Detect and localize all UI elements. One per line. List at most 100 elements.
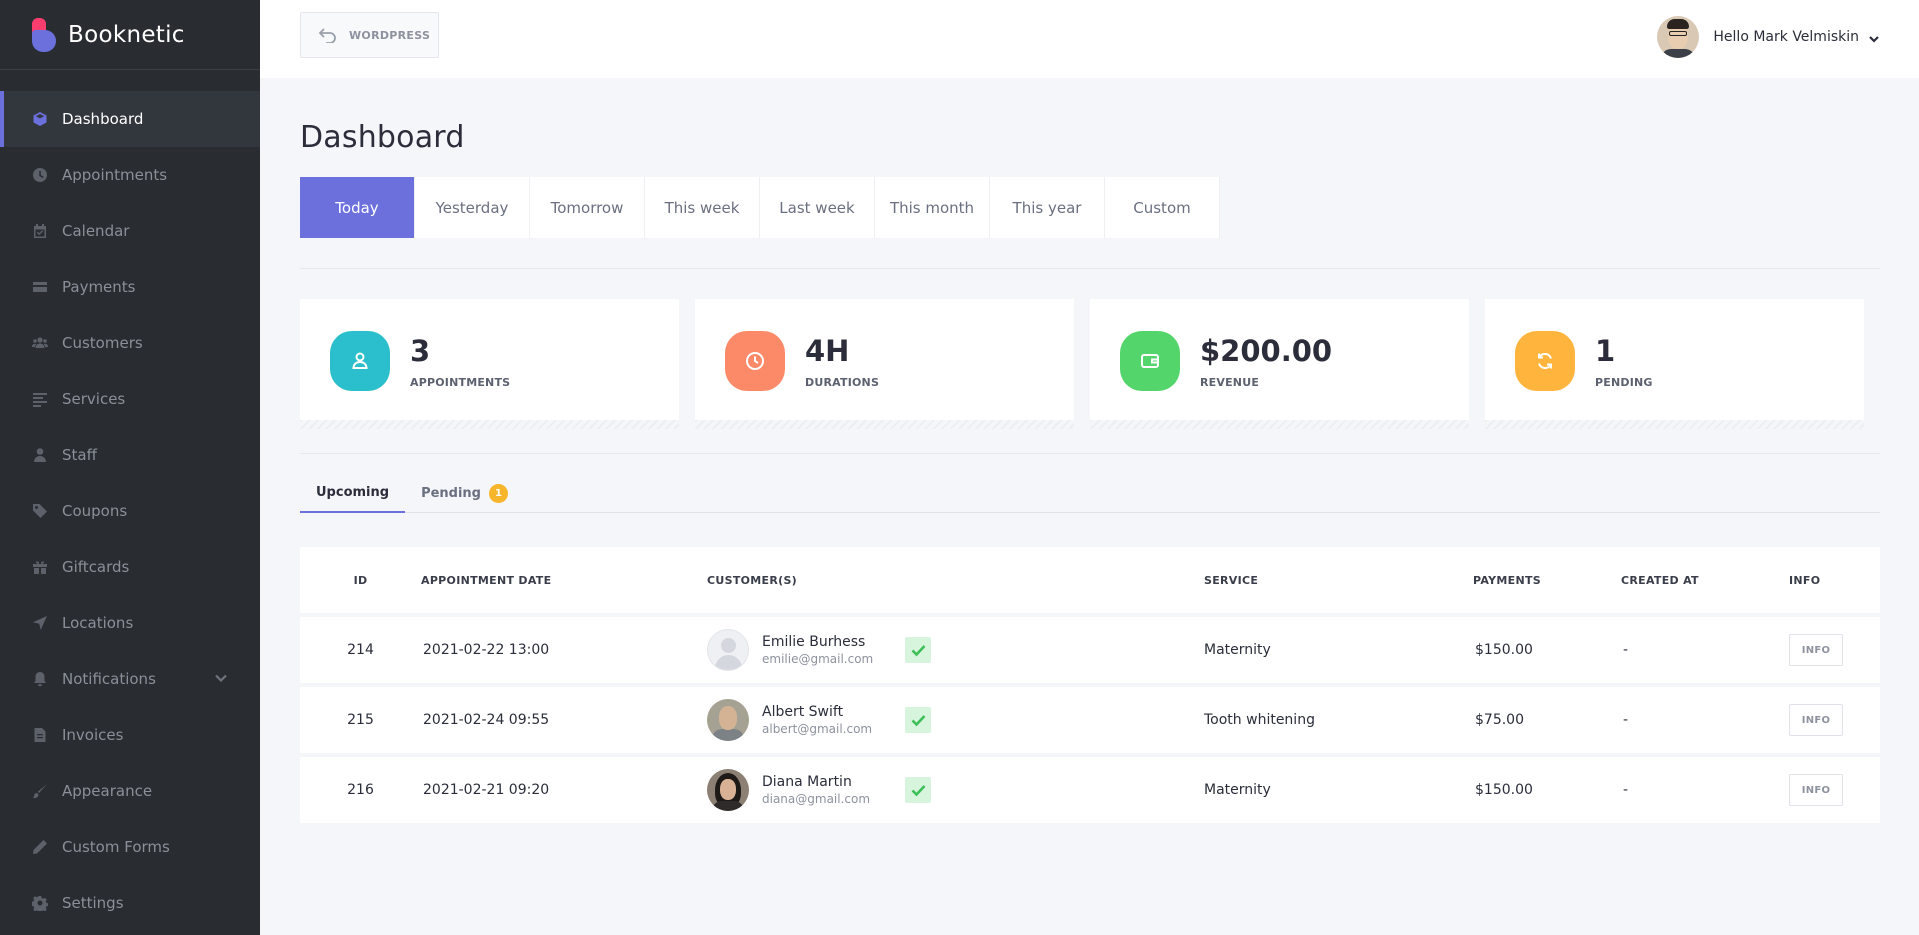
customer-name: Emilie Burhess [762,634,866,650]
gift-icon [32,559,48,575]
cell-customer: Albert Swift albert@gmail.com [707,699,1204,741]
stat-card-appointments: 3 APPOINTMENTS [300,299,679,429]
sidebar-item-label: Custom Forms [62,838,170,856]
credit-card-icon [32,279,48,295]
stats-cards: 3 APPOINTMENTS 4H DURATIONS $200.00 REVE… [300,299,1880,429]
sidebar-item-label: Coupons [62,502,128,520]
avatar [707,769,749,811]
column-header-info: INFO [1789,573,1821,587]
users-icon [32,335,48,351]
sidebar-item-label: Locations [62,614,134,632]
cell-customer: Diana Martin diana@gmail.com [707,769,1204,811]
back-arrow-icon [318,28,336,43]
sidebar-item-label: Invoices [62,726,124,744]
user-menu[interactable]: Hello Mark Velmiskin [1657,16,1879,58]
app-name: Booknetic [68,21,185,48]
sidebar-item-invoices[interactable]: Invoices [0,707,260,763]
customer-name: Albert Swift [762,704,844,720]
stat-label: REVENUE [1200,375,1260,389]
column-header-customers: CUSTOMER(S) [707,573,797,587]
tab-custom[interactable]: Custom [1105,177,1220,238]
chevron-down-icon[interactable] [214,671,228,685]
page-title: Dashboard [300,120,465,155]
tab-this-year[interactable]: This year [990,177,1105,238]
clock-icon [32,167,48,183]
pending-count-badge: 1 [488,484,508,503]
file-icon [32,727,48,743]
info-button[interactable]: INFO [1789,774,1843,806]
user-icon [32,447,48,463]
user-greeting: Hello Mark Velmiskin [1713,29,1859,45]
cell-payment: $150.00 [1475,642,1533,658]
customer-email: emilie@gmail.com [762,652,874,666]
sidebar-item-calendar[interactable]: Calendar [0,203,260,259]
column-header-date: APPOINTMENT DATE [421,573,552,587]
gear-icon [32,895,48,911]
sidebar-item-dashboard[interactable]: Dashboard [0,91,260,147]
tab-today[interactable]: Today [300,177,415,238]
info-button[interactable]: INFO [1789,634,1843,666]
cell-created-at: - [1623,782,1629,798]
sidebar-item-label: Services [62,390,126,408]
wallet-icon [1120,331,1180,391]
tab-upcoming[interactable]: Upcoming [300,474,406,513]
cell-created-at: - [1623,642,1629,658]
sidebar-item-payments[interactable]: Payments [0,259,260,315]
sidebar-item-notifications[interactable]: Notifications [0,651,260,707]
customer-email: diana@gmail.com [762,792,871,806]
list-icon [32,391,48,407]
sidebar-item-label: Customers [62,334,143,352]
sidebar-item-coupons[interactable]: Coupons [0,483,260,539]
table-row[interactable]: 215 2021-02-24 09:55 Albert Swift albert… [300,687,1880,753]
period-filter-tabs: Today Yesterday Tomorrow This week Last … [300,177,1880,238]
tab-last-week[interactable]: Last week [760,177,875,238]
sidebar-menu: Dashboard Appointments Calendar Payments… [0,91,260,931]
sidebar-item-customers[interactable]: Customers [0,315,260,371]
tab-pending[interactable]: Pending 1 [405,474,524,513]
column-header-service: SERVICE [1204,573,1259,587]
table-row[interactable]: 214 2021-02-22 13:00 Emilie Burhess emil… [300,617,1880,683]
tab-tomorrow[interactable]: Tomorrow [530,177,645,238]
info-button[interactable]: INFO [1789,704,1843,736]
calendar-icon [32,223,48,239]
column-header-payments: PAYMENTS [1473,573,1541,587]
clock-icon [725,331,785,391]
sidebar-item-staff[interactable]: Staff [0,427,260,483]
table-row[interactable]: 216 2021-02-21 09:20 Diana Martin diana@… [300,757,1880,823]
cell-date: 2021-02-24 09:55 [423,712,550,728]
tab-yesterday[interactable]: Yesterday [415,177,530,238]
check-icon [905,707,931,733]
customer-name: Diana Martin [762,774,852,790]
wordpress-label: WORDPRESS [349,28,431,42]
divider [300,453,1880,454]
cell-payment: $150.00 [1475,782,1533,798]
avatar [1657,16,1700,58]
cell-id: 216 [347,782,374,798]
sidebar-item-custom-forms[interactable]: Custom Forms [0,819,260,875]
cube-icon [32,111,48,127]
sidebar-item-label: Settings [62,894,124,912]
stat-label: PENDING [1595,375,1653,389]
wordpress-back-button[interactable]: WORDPRESS [300,12,439,58]
cell-date: 2021-02-21 09:20 [423,782,550,798]
bell-icon [32,671,48,687]
tab-this-week[interactable]: This week [645,177,760,238]
appointments-tabs: Upcoming Pending 1 [300,474,1880,513]
check-icon [905,637,931,663]
sidebar: Booknetic Dashboard Appointments Calenda… [0,0,260,935]
sidebar-item-label: Calendar [62,222,130,240]
tab-this-month[interactable]: This month [875,177,990,238]
cell-service: Maternity [1204,782,1271,798]
app-logo[interactable]: Booknetic [0,0,260,70]
sidebar-item-locations[interactable]: Locations [0,595,260,651]
user-icon [330,331,390,391]
sidebar-item-giftcards[interactable]: Giftcards [0,539,260,595]
divider [300,268,1880,269]
stat-label: DURATIONS [805,375,880,389]
top-bar: WORDPRESS Hello Mark Velmiskin [260,0,1919,78]
sidebar-item-appearance[interactable]: Appearance [0,763,260,819]
sidebar-item-services[interactable]: Services [0,371,260,427]
sidebar-item-settings[interactable]: Settings [0,875,260,931]
sidebar-item-appointments[interactable]: Appointments [0,147,260,203]
sidebar-item-label: Payments [62,278,136,296]
